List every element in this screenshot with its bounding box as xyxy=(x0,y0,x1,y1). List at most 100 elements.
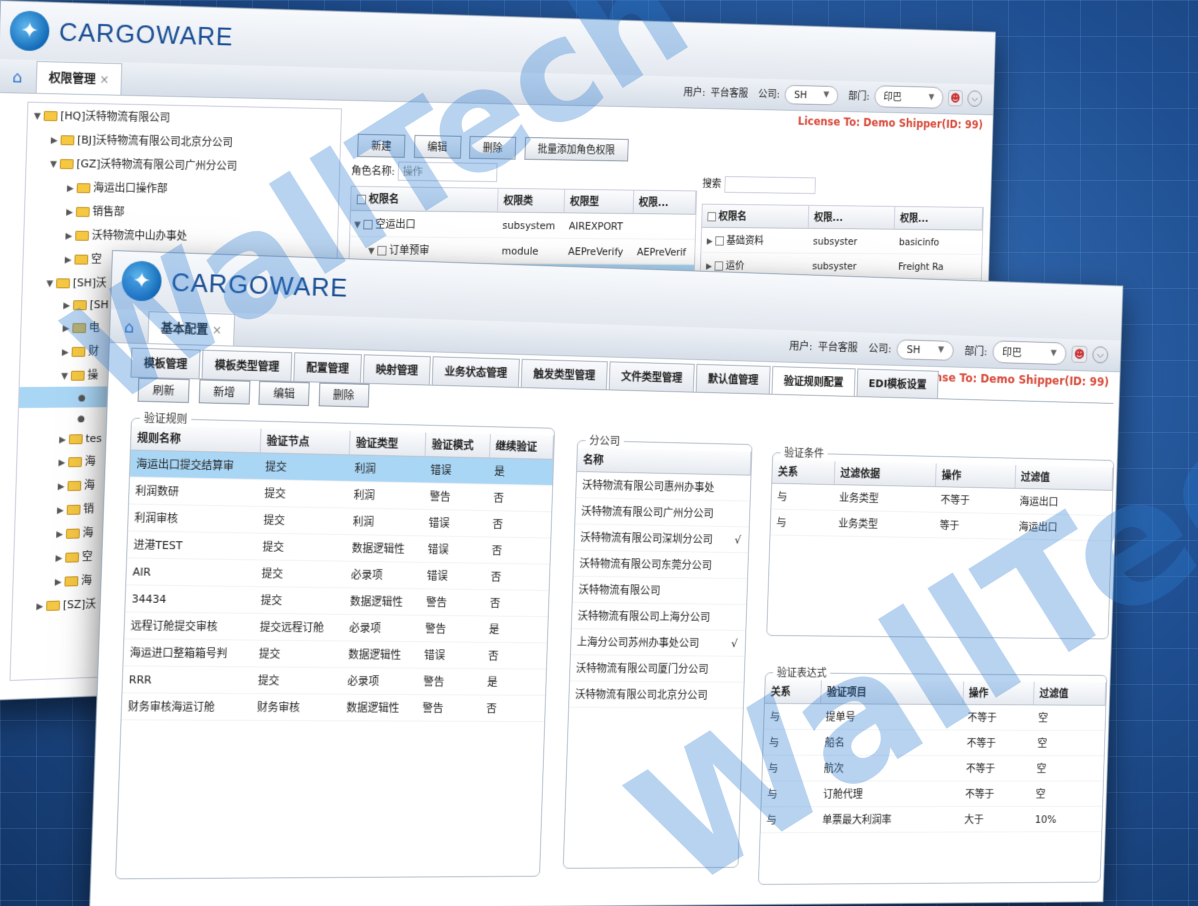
caret-down-icon[interactable]: ▼ xyxy=(61,372,68,382)
module-tab[interactable]: 默认值管理 xyxy=(695,363,771,394)
caret-right-icon[interactable]: ▶ xyxy=(707,237,713,246)
module-tab[interactable]: 模板管理 xyxy=(130,347,201,379)
company-select[interactable]: SH ▼ xyxy=(784,84,839,105)
column-header[interactable]: 权限... xyxy=(894,206,983,231)
caret-down-icon[interactable]: ▼ xyxy=(50,160,57,170)
caret-right-icon[interactable]: ▶ xyxy=(36,602,43,612)
table-row[interactable]: 与船名 不等于空 xyxy=(763,729,1105,756)
caret-right-icon[interactable]: ▶ xyxy=(62,348,69,358)
logout-icon[interactable]: ⌵ xyxy=(967,90,983,107)
column-header[interactable]: 验证类型 xyxy=(349,430,427,457)
table-row[interactable]: 与订舱代理 不等于空 xyxy=(761,780,1103,807)
list-item[interactable]: 沃特物流有限公司 xyxy=(572,576,747,605)
caret-right-icon[interactable]: ● xyxy=(78,394,86,404)
caret-down-icon[interactable]: ▼ xyxy=(368,247,375,257)
column-header[interactable]: 权限... xyxy=(808,205,896,230)
list-item[interactable]: 沃特物流有限公司深圳分公司 √ xyxy=(574,523,749,553)
module-tab[interactable]: 模板类型管理 xyxy=(201,349,293,381)
module-tab[interactable]: 配置管理 xyxy=(293,352,362,383)
caret-right-icon[interactable]: ▶ xyxy=(51,136,58,146)
caret-right-icon[interactable]: ▶ xyxy=(59,435,66,445)
table-row[interactable]: ▶ 基础资料 subsyster basicinfo xyxy=(701,227,982,255)
delete-button[interactable]: 删除 xyxy=(469,135,517,160)
caret-right-icon[interactable]: ▶ xyxy=(57,506,64,516)
caret-right-icon[interactable]: ▶ xyxy=(55,578,62,588)
column-header[interactable]: 权限类 xyxy=(497,188,565,213)
add-button[interactable]: 新增 xyxy=(198,379,250,405)
module-tab[interactable]: EDI模板设置 xyxy=(856,368,939,399)
new-button[interactable]: 新建 xyxy=(357,133,406,158)
module-tab[interactable]: 验证规则配置 xyxy=(771,366,856,397)
column-header[interactable]: 权限名 xyxy=(702,204,810,229)
home-icon[interactable]: ⌂ xyxy=(116,313,143,340)
column-header[interactable]: 操作 xyxy=(962,681,1035,705)
table-row[interactable]: 财务审核海运订舱 财务审核 数据逻辑性 警告否 xyxy=(121,692,545,722)
user-avatar-icon[interactable]: ☻ xyxy=(1071,345,1088,363)
module-tab[interactable]: 触发类型管理 xyxy=(520,358,608,390)
caret-down-icon[interactable]: ▼ xyxy=(34,112,41,122)
column-header[interactable]: 过滤值 xyxy=(1014,465,1113,491)
column-header[interactable]: 关系 xyxy=(772,459,836,485)
module-tab[interactable]: 业务状态管理 xyxy=(431,356,520,387)
caret-right-icon[interactable]: ● xyxy=(77,414,85,424)
refresh-button[interactable]: 刷新 xyxy=(137,377,190,404)
table-row[interactable]: 远程订舱提交审核 提交远程订舱 必录项 警告是 xyxy=(124,611,548,643)
column-header[interactable]: 过滤值 xyxy=(1033,681,1106,706)
column-header[interactable]: 权限名 xyxy=(350,186,499,213)
logout-icon[interactable]: ⌵ xyxy=(1092,346,1109,364)
column-header[interactable]: 继续验证 xyxy=(489,434,554,460)
user-avatar-icon[interactable]: ☻ xyxy=(947,89,963,107)
caret-down-icon[interactable]: ▼ xyxy=(354,221,361,231)
checkbox[interactable] xyxy=(715,236,724,246)
search-input[interactable] xyxy=(723,176,816,194)
checkbox[interactable] xyxy=(714,261,724,271)
table-row[interactable]: 与单票最大利润率 大于 10% xyxy=(760,806,1102,833)
tree-node[interactable]: ▶ 海运出口操作部 xyxy=(25,174,339,202)
list-item[interactable]: 沃特物流有限公司厦门分公司 xyxy=(569,654,745,683)
batch-add-role-button[interactable]: 批量添加角色权限 xyxy=(523,137,629,162)
table-row[interactable]: 与业务类型 等于 海运出口 xyxy=(770,509,1112,541)
caret-right-icon[interactable]: ▶ xyxy=(65,256,72,266)
list-item[interactable]: 上海分公司苏州办事处公司 √ xyxy=(570,628,745,657)
list-item[interactable]: 沃特物流有限公司惠州办事处 xyxy=(576,471,751,502)
checkbox[interactable] xyxy=(377,245,387,256)
table-row[interactable]: ▼ 空运出口 subsystem AIREXPORT xyxy=(350,210,696,240)
caret-right-icon[interactable]: ▶ xyxy=(62,324,69,334)
checkbox[interactable] xyxy=(707,212,717,222)
list-item[interactable]: 沃特物流有限公司广州分公司 xyxy=(575,497,750,527)
caret-right-icon[interactable]: ▶ xyxy=(67,184,74,194)
tree-node[interactable]: ▶ 销售部 xyxy=(25,198,339,225)
tab-basic-config[interactable]: 基本配置 × xyxy=(147,311,236,346)
checkbox[interactable] xyxy=(363,219,373,230)
dept-select[interactable]: 印巴 ▼ xyxy=(874,85,944,109)
column-header[interactable]: 权限型 xyxy=(563,189,634,214)
caret-right-icon[interactable]: ▶ xyxy=(58,482,65,492)
company-select[interactable]: SH ▼ xyxy=(896,338,955,361)
column-header[interactable]: 关系 xyxy=(764,679,822,704)
column-header[interactable]: 规则名称 xyxy=(130,425,261,453)
list-item[interactable]: 沃特物流有限公司上海分公司 xyxy=(571,602,746,631)
caret-right-icon[interactable]: ▶ xyxy=(55,554,62,564)
close-icon[interactable]: × xyxy=(212,323,222,337)
caret-right-icon[interactable]: ▶ xyxy=(63,301,70,311)
delete-button[interactable]: 删除 xyxy=(318,382,370,408)
column-header[interactable]: 验证模式 xyxy=(425,432,490,458)
module-tab[interactable]: 映射管理 xyxy=(362,354,431,385)
edit-button[interactable]: 编辑 xyxy=(258,381,310,407)
table-row[interactable]: 海运进口整箱箱号判 提交 数据逻辑性 错误否 xyxy=(123,638,547,670)
caret-right-icon[interactable]: ▶ xyxy=(56,530,63,540)
table-row[interactable]: 与航次 不等于空 xyxy=(762,755,1104,782)
caret-right-icon[interactable]: ▶ xyxy=(58,458,65,468)
caret-right-icon[interactable]: ▶ xyxy=(65,232,72,242)
checkbox[interactable] xyxy=(356,194,367,205)
tab-permission-management[interactable]: 权限管理 × xyxy=(35,60,123,95)
column-header[interactable]: 权限... xyxy=(632,190,696,215)
caret-right-icon[interactable]: ▶ xyxy=(66,208,73,218)
column-header[interactable]: 操作 xyxy=(935,463,1016,489)
dept-select[interactable]: 印巴 ▼ xyxy=(992,340,1067,366)
list-item[interactable]: 沃特物流有限公司东莞分公司 xyxy=(573,550,748,579)
close-icon[interactable]: × xyxy=(99,72,109,86)
module-tab[interactable]: 文件类型管理 xyxy=(608,361,695,392)
table-row[interactable]: RRR 提交 必录项 警告是 xyxy=(122,665,546,696)
column-header[interactable]: 验证节点 xyxy=(259,428,351,455)
